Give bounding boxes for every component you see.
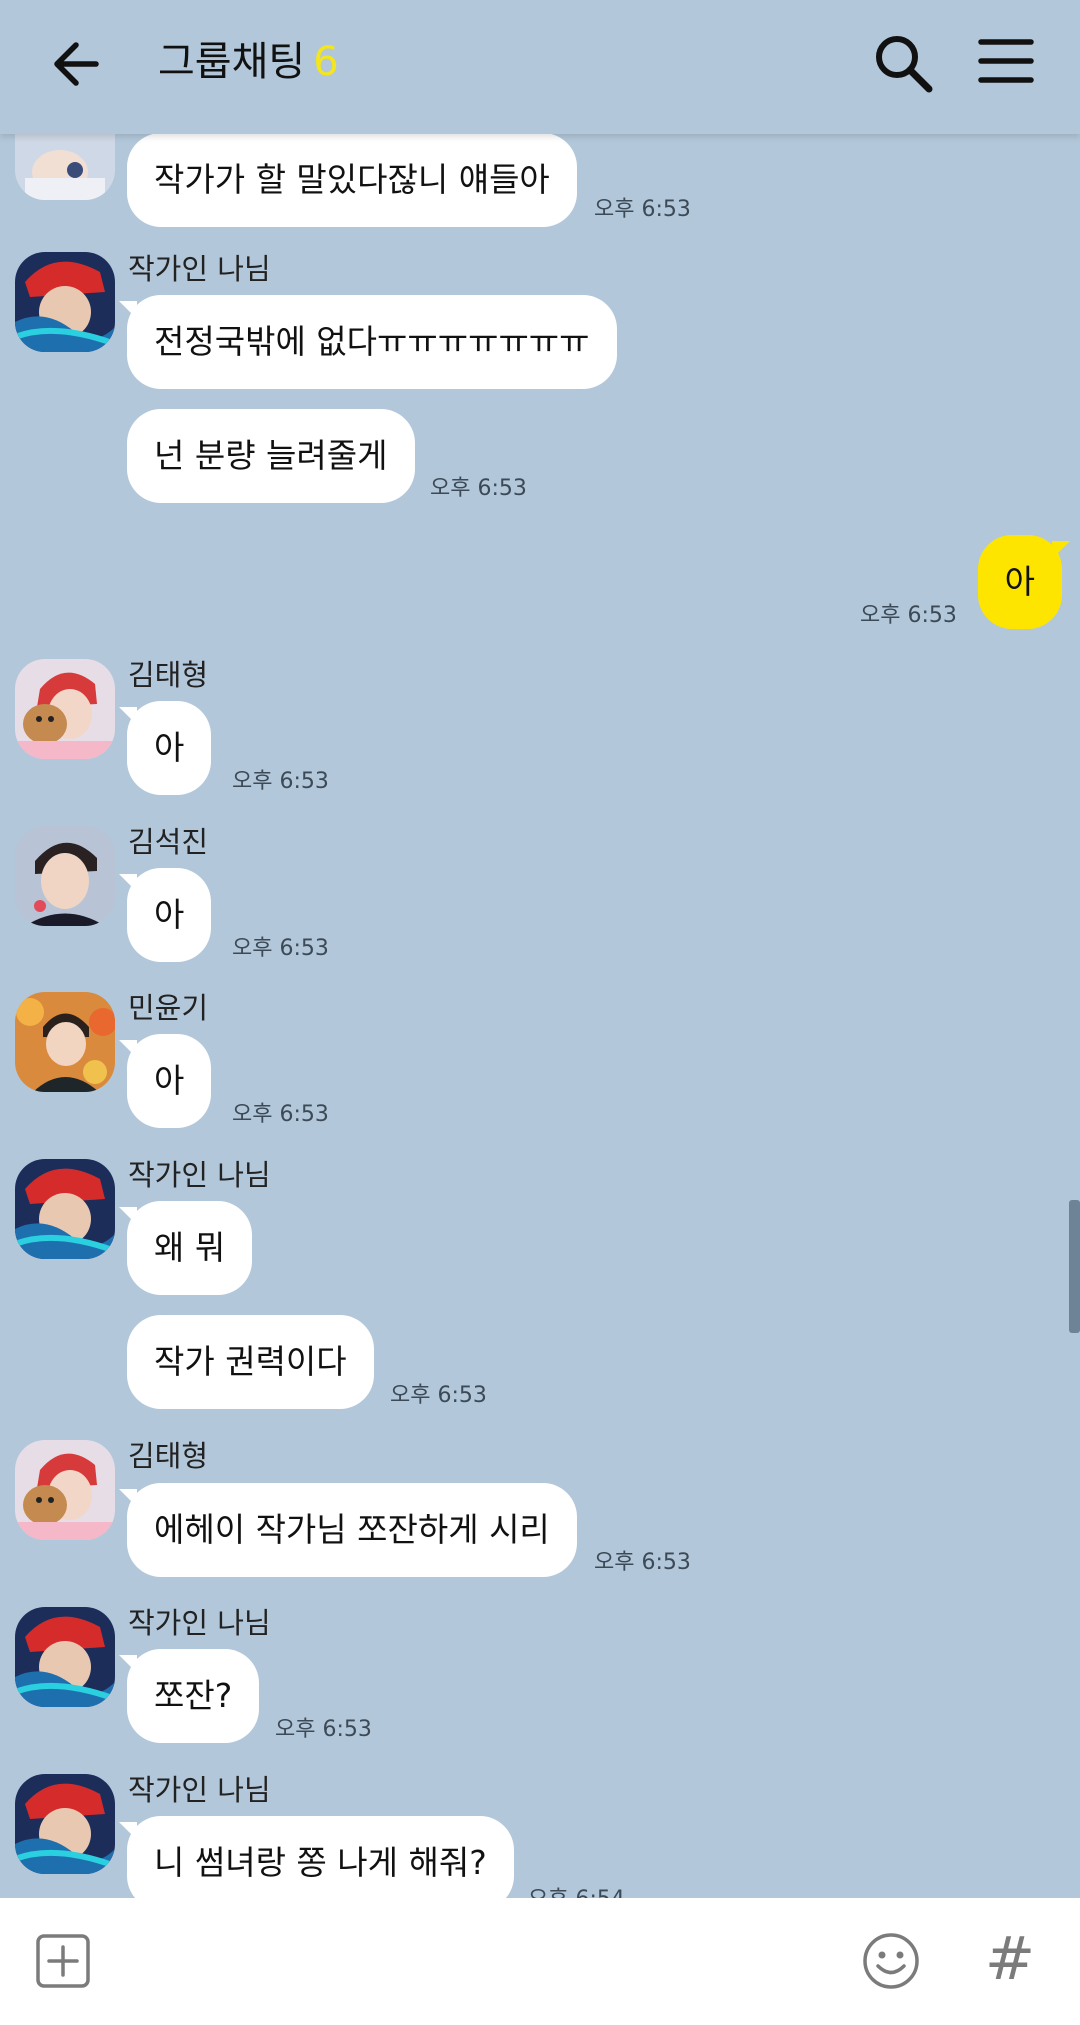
message-text: 에헤이 작가님 쪼잔하게 시리 — [154, 1510, 550, 1549]
message-time: 오후 6:54 — [528, 1886, 625, 1898]
sender-name: 작가인 나님 — [128, 1773, 271, 1807]
sender-name: 작가인 나님 — [128, 252, 271, 286]
sender-name: 김석진 — [128, 825, 209, 859]
message-text: 니 썸녀랑 쫑 나게 해줘? — [154, 1843, 487, 1882]
message-text: 전정국밖에 없다ㅠㅠㅠㅠㅠㅠㅠ — [154, 322, 590, 361]
message-bubble[interactable]: 아 — [118, 868, 212, 962]
avatar[interactable] — [15, 1774, 115, 1874]
message-list[interactable]: 작가가 할 말있다잖니 얘들아 오후 6:53 작가인 나님 전정국밖에 없다ㅠ… — [0, 134, 1080, 1898]
sender-name: 작가인 나님 — [128, 1606, 271, 1640]
message-time: 오후 6:53 — [430, 476, 527, 501]
message-bubble[interactable]: 왜 뭐 — [118, 1201, 253, 1295]
avatar[interactable] — [15, 1607, 115, 1707]
message-text: 아 — [154, 728, 185, 767]
message-time: 오후 6:53 — [594, 197, 691, 222]
message-text: 왜 뭐 — [154, 1228, 226, 1267]
message-text: 쪼잔? — [154, 1676, 233, 1715]
avatar[interactable] — [15, 134, 115, 200]
message-text: 넌 분량 늘려줄게 — [154, 436, 388, 475]
input-bar: # — [0, 1898, 1080, 2025]
chat-title-text: 그룹채팅 — [158, 39, 306, 85]
plus-square-icon[interactable] — [36, 1934, 90, 1988]
avatar[interactable] — [15, 1440, 115, 1540]
avatar[interactable] — [15, 252, 115, 352]
message-bubble[interactable]: 니 썸녀랑 쫑 나게 해줘? — [119, 1816, 514, 1898]
message-bubble[interactable]: 에헤이 작가님 쪼잔하게 시리 — [119, 1483, 577, 1577]
avatar[interactable] — [15, 992, 115, 1092]
my-message-bubble[interactable]: 아 — [977, 535, 1071, 629]
hashtag-button[interactable]: # — [980, 1926, 1040, 1992]
message-bubble[interactable]: 전정국밖에 없다ㅠㅠㅠㅠㅠㅠㅠ — [119, 295, 617, 389]
message-bubble[interactable]: 넌 분량 늘려줄게 — [127, 409, 415, 503]
avatar[interactable] — [15, 826, 115, 926]
hamburger-menu-icon[interactable] — [978, 36, 1034, 86]
message-time: 오후 6:53 — [860, 603, 957, 628]
message-time: 오후 6:53 — [275, 1717, 372, 1742]
message-bubble[interactable]: 쪼잔? — [118, 1649, 260, 1743]
chat-header: 그룹채팅 6 — [0, 0, 1080, 134]
message-bubble[interactable]: 아 — [118, 701, 212, 795]
scrollbar[interactable] — [1069, 1200, 1080, 1333]
message-time: 오후 6:53 — [232, 1102, 329, 1127]
arrow-left-icon[interactable] — [48, 34, 108, 94]
message-time: 오후 6:53 — [232, 936, 329, 961]
message-text: 아 — [1004, 562, 1035, 601]
message-text: 아 — [154, 1061, 185, 1100]
message-text: 작가가 할 말있다잖니 얘들아 — [154, 160, 550, 199]
message-bubble[interactable]: 작가가 할 말있다잖니 얘들아 — [127, 134, 577, 227]
sender-name: 민윤기 — [128, 991, 209, 1025]
message-text: 작가 권력이다 — [154, 1342, 347, 1381]
search-icon[interactable] — [870, 30, 936, 96]
avatar[interactable] — [15, 659, 115, 759]
avatar[interactable] — [15, 1159, 115, 1259]
chat-title: 그룹채팅 6 — [158, 32, 339, 92]
message-bubble[interactable]: 아 — [118, 1034, 212, 1128]
message-time: 오후 6:53 — [232, 769, 329, 794]
member-count: 6 — [313, 39, 339, 85]
message-bubble[interactable]: 작가 권력이다 — [127, 1315, 374, 1409]
message-time: 오후 6:53 — [390, 1383, 487, 1408]
message-text: 아 — [154, 895, 185, 934]
message-time: 오후 6:53 — [594, 1550, 691, 1575]
smiley-icon[interactable] — [862, 1932, 920, 1990]
sender-name: 김태형 — [128, 1439, 209, 1473]
sender-name: 작가인 나님 — [128, 1158, 271, 1192]
sender-name: 김태형 — [128, 658, 209, 692]
